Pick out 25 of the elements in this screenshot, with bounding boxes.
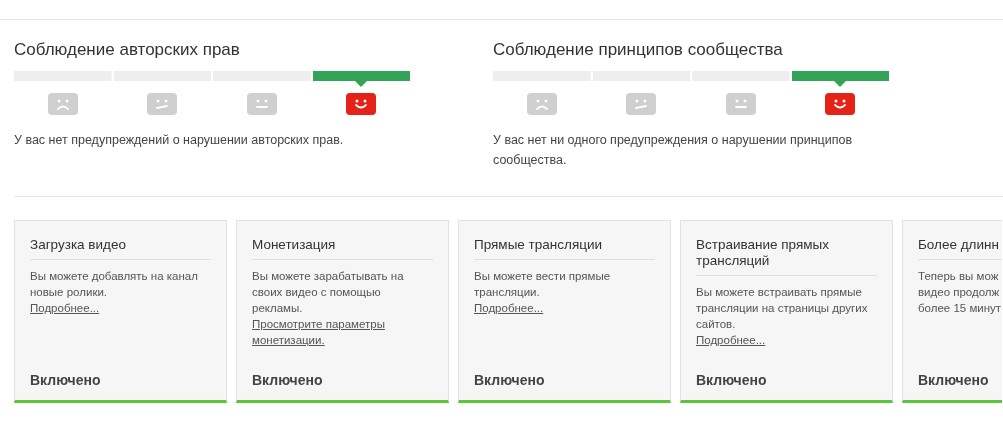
- card-status: Включено: [30, 372, 102, 388]
- card-title: Загрузка видео: [30, 237, 211, 260]
- card-description: Теперь вы мож: [918, 269, 1000, 284]
- card-status: Включено: [252, 372, 324, 388]
- section-title: Соблюдение принципов сообщества: [493, 40, 784, 60]
- card-status: Включено: [918, 372, 990, 388]
- card-description: Вы можете зарабатывать на своих видео с помощью рекламы. Просмотрите параметры монетизации.: [252, 268, 433, 348]
- card-status: Включено: [696, 372, 768, 388]
- card-title: Монетизация: [252, 237, 433, 260]
- card-status: Включено: [474, 372, 546, 388]
- standing-message: У вас нет ни одного предупреждения о нарушении принципов сообщества.: [493, 132, 854, 169]
- card-description: Вы можете вести прямые трансляции. Подробнее...: [474, 268, 655, 316]
- section-title: Соблюдение авторских прав: [14, 40, 241, 60]
- details-link[interactable]: Просмотрите параметры монетизации.: [252, 316, 433, 348]
- details-link[interactable]: Подробнее...: [696, 332, 877, 348]
- details-link[interactable]: Подробнее...: [474, 300, 655, 316]
- card-description: видео продолж: [918, 285, 1001, 300]
- card-description: Вы можете встраивать прямые трансляции на страницы других сайтов. Подробнее...: [696, 284, 877, 348]
- card-title: Встраивание прямых трансляций: [696, 237, 877, 276]
- card-title: Более длинн: [918, 237, 1002, 260]
- details-link[interactable]: Подробнее...: [30, 300, 211, 316]
- standing-message: У вас нет предупреждений о нарушении авторских прав.: [14, 132, 345, 149]
- card-description: Вы можете добавлять на канал новые ролики. Подробнее...: [30, 268, 211, 316]
- card-description: более 15 минут: [918, 301, 1002, 316]
- card-title: Прямые трансляции: [474, 237, 655, 260]
